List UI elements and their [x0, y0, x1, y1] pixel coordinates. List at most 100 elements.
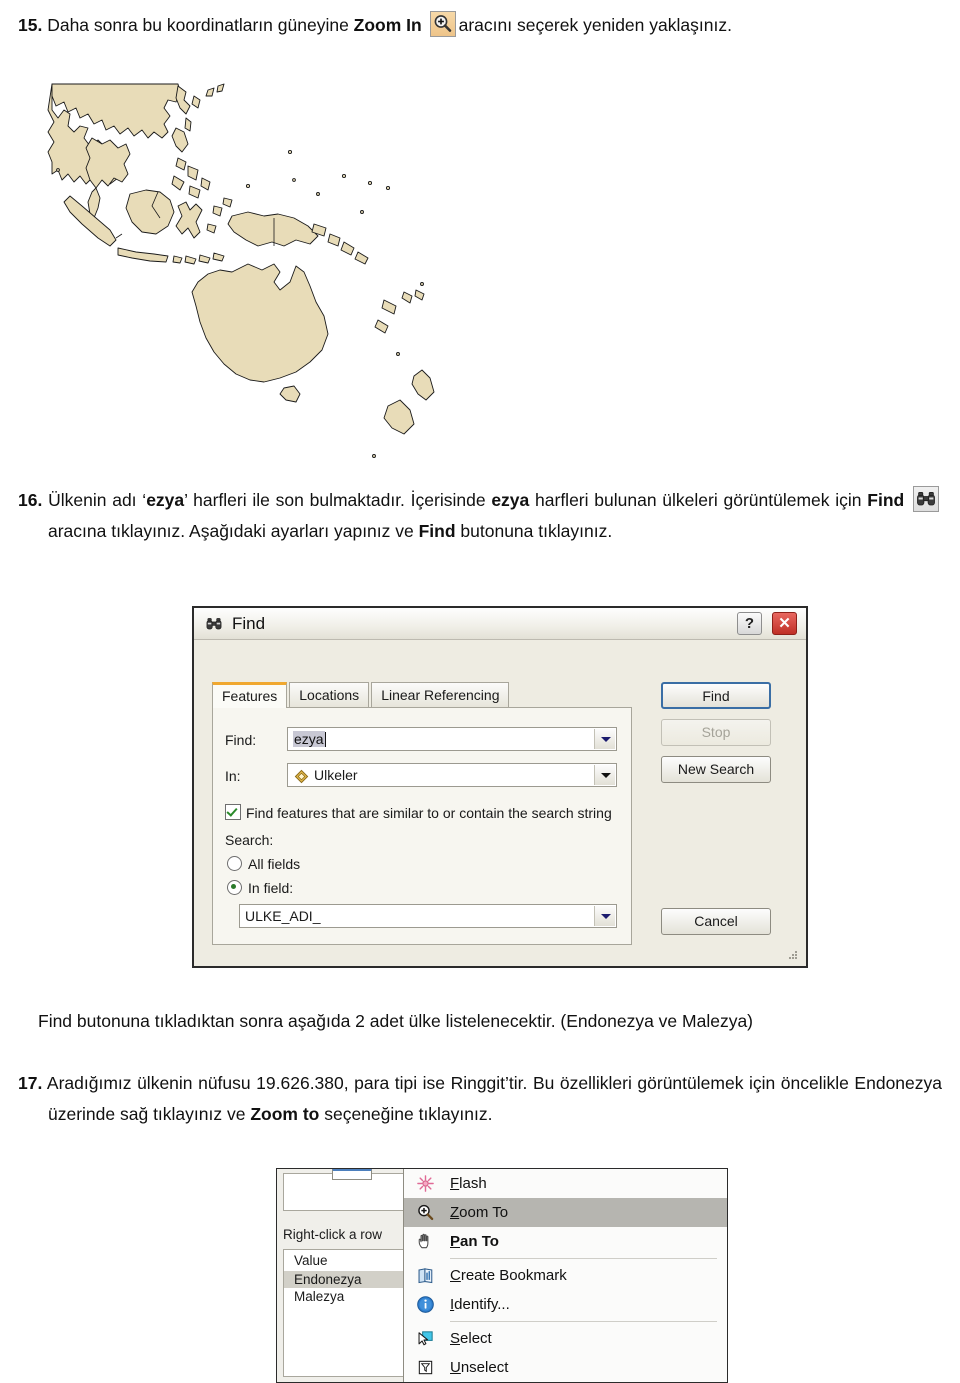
- find-binoculars-icon: [913, 486, 939, 512]
- menu-item-create-bookmark[interactable]: Create Bookmark: [404, 1261, 727, 1290]
- menu-item-unselect[interactable]: Unselect: [404, 1353, 727, 1382]
- step-17-number: 17.: [18, 1073, 43, 1093]
- step-16-part4: aracına tıklayınız. Aşağıdaki ayarları y…: [48, 521, 419, 542]
- stop-button: Stop: [661, 719, 771, 746]
- tab-locations[interactable]: Locations: [289, 682, 370, 708]
- context-menu-screenshot: Right-click a row Value Endonezya Malezy…: [276, 1168, 728, 1383]
- right-click-hint: Right-click a row: [283, 1227, 383, 1242]
- find-result-note: Find butonuna tıkladıktan sonra aşağıda …: [38, 1011, 754, 1031]
- results-top-box: [283, 1169, 405, 1211]
- polygon-layer-icon: [294, 768, 309, 784]
- flash-icon: [416, 1174, 435, 1193]
- menu-separator: [450, 1258, 717, 1259]
- chevron-down-icon[interactable]: [594, 906, 615, 926]
- southeast-asia-oceania-map: [18, 66, 478, 464]
- similar-search-label: Find features that are similar to or con…: [246, 805, 612, 821]
- menu-item-identify[interactable]: Identify...: [404, 1290, 727, 1319]
- checkbox-icon: [225, 804, 241, 820]
- resize-grip[interactable]: [787, 949, 799, 961]
- dialog-body: Features Locations Linear Referencing Find…: [194, 640, 806, 966]
- step-16-bold2: ezya: [491, 490, 530, 510]
- zoom-to-icon: [416, 1203, 435, 1222]
- search-group-label: Search:: [225, 832, 274, 848]
- radio-in-field[interactable]: In field:: [227, 880, 293, 896]
- step-16-part1: Ülkenin adı ‘: [48, 490, 147, 510]
- menu-separator: [450, 1321, 717, 1322]
- menu-item-label-rest: reate Bookmark: [460, 1267, 567, 1284]
- tab-strip: Features Locations Linear Referencing: [212, 682, 511, 708]
- instruction-step-16: 16. Ülkenin adı ‘ezya’ harfleri ile son …: [18, 485, 942, 547]
- find-input-value: ezya: [293, 731, 325, 747]
- step-17-bold1: Zoom to: [250, 1104, 320, 1125]
- menu-item-flash[interactable]: Flash: [404, 1169, 727, 1198]
- menu-item-label-rest: nselect: [460, 1359, 509, 1376]
- menu-item-label: F: [450, 1175, 460, 1192]
- in-layer-combobox[interactable]: Ulkeler: [287, 763, 617, 787]
- menu-item-select[interactable]: Select: [404, 1324, 727, 1353]
- step-17-part1: Aradığımız ülkenin nüfusu 19.626.380, pa…: [46, 1073, 942, 1125]
- menu-item-label-rest: dentify...: [454, 1296, 510, 1313]
- radio-icon: [227, 856, 242, 871]
- help-button[interactable]: ?: [737, 612, 762, 635]
- dialog-titlebar[interactable]: Find ? ✕: [194, 608, 806, 640]
- instruction-step-15: 15. Daha sonra bu koordinatların güneyin…: [18, 10, 942, 41]
- field-select-combobox[interactable]: ULKE_ADI_: [239, 904, 617, 928]
- radio-in-field-label: In field:: [248, 880, 294, 896]
- table-row[interactable]: Endonezya: [284, 1271, 404, 1288]
- radio-icon: [227, 880, 242, 895]
- find-results-panel: Right-click a row Value Endonezya Malezy…: [277, 1169, 405, 1382]
- partial-tab-stub: [332, 1169, 372, 1180]
- menu-item-label: C: [450, 1267, 461, 1284]
- step-16-part5: butonuna tıklayınız.: [455, 521, 613, 542]
- find-field-label: Find:: [225, 732, 257, 748]
- menu-item-zoom-to[interactable]: Zoom To: [404, 1198, 727, 1227]
- step-15-bold-term: Zoom In: [353, 15, 422, 35]
- results-column-header: Value: [294, 1253, 328, 1268]
- menu-item-label: U: [450, 1359, 461, 1376]
- cancel-button[interactable]: Cancel: [661, 908, 771, 935]
- context-menu: Flash Zoom To Pan To Create Bookmark Ide…: [403, 1169, 727, 1382]
- tab-features[interactable]: Features: [212, 682, 288, 708]
- step-15-text-before: Daha sonra bu koordinatların güneyine: [47, 15, 354, 35]
- radio-all-fields[interactable]: All fields: [227, 856, 300, 872]
- results-table: Value Endonezya Malezya: [283, 1249, 405, 1377]
- zoom-in-icon: [429, 11, 456, 37]
- step-17-part2: seçeneğine tıklayınız.: [319, 1104, 493, 1125]
- features-tab-panel: Find: ezya In: Ulkeler Find features tha…: [212, 707, 632, 945]
- menu-item-label: Z: [450, 1204, 460, 1221]
- table-row[interactable]: Malezya: [284, 1288, 404, 1305]
- chevron-down-icon[interactable]: [594, 765, 615, 785]
- in-field-label: In:: [225, 768, 241, 784]
- new-search-button[interactable]: New Search: [661, 756, 771, 783]
- find-input[interactable]: ezya: [287, 727, 617, 751]
- find-dialog: Find ? ✕ Features Locations Linear Referen…: [192, 606, 808, 968]
- radio-all-fields-label: All fields: [248, 856, 301, 872]
- step-16-bold1: ezya: [146, 490, 185, 510]
- step-15-text-after: aracını seçerek yeniden yaklaşınız.: [458, 15, 732, 35]
- select-arrow-icon: [416, 1329, 435, 1348]
- find-button[interactable]: Find: [661, 682, 771, 709]
- instruction-step-17: 17. Aradığımız ülkenin nüfusu 19.626.380…: [18, 1068, 942, 1130]
- menu-item-label-rest: oom To: [459, 1204, 509, 1221]
- field-select-value: ULKE_ADI_: [245, 908, 321, 924]
- bookmark-icon: [416, 1266, 435, 1285]
- similar-search-checkbox[interactable]: Find features that are similar to or con…: [225, 804, 612, 821]
- step-15-number: 15.: [18, 15, 43, 35]
- tab-linear-referencing[interactable]: Linear Referencing: [371, 682, 510, 708]
- menu-item-label-rest: elect: [460, 1330, 492, 1347]
- menu-item-pan-to[interactable]: Pan To: [404, 1227, 727, 1256]
- text-caret: [324, 732, 326, 747]
- step-16-bold4: Find: [418, 521, 456, 542]
- dialog-title: Find: [232, 614, 266, 633]
- identify-info-icon: [416, 1295, 435, 1314]
- menu-item-label-rest: an To: [460, 1233, 499, 1250]
- menu-item-label-rest: lash: [459, 1175, 487, 1192]
- close-icon[interactable]: ✕: [772, 612, 797, 635]
- binoculars-icon: [204, 614, 224, 634]
- unselect-icon: [416, 1358, 435, 1377]
- step-16-number: 16.: [18, 490, 43, 510]
- step-16-part2: ’ harfleri ile son bulmaktadır. İçerisin…: [184, 490, 492, 510]
- chevron-down-icon[interactable]: [594, 729, 615, 749]
- menu-item-label: P: [450, 1233, 461, 1250]
- step-16-part3: harfleri bulunan ülkeleri görüntülemek i…: [529, 490, 868, 510]
